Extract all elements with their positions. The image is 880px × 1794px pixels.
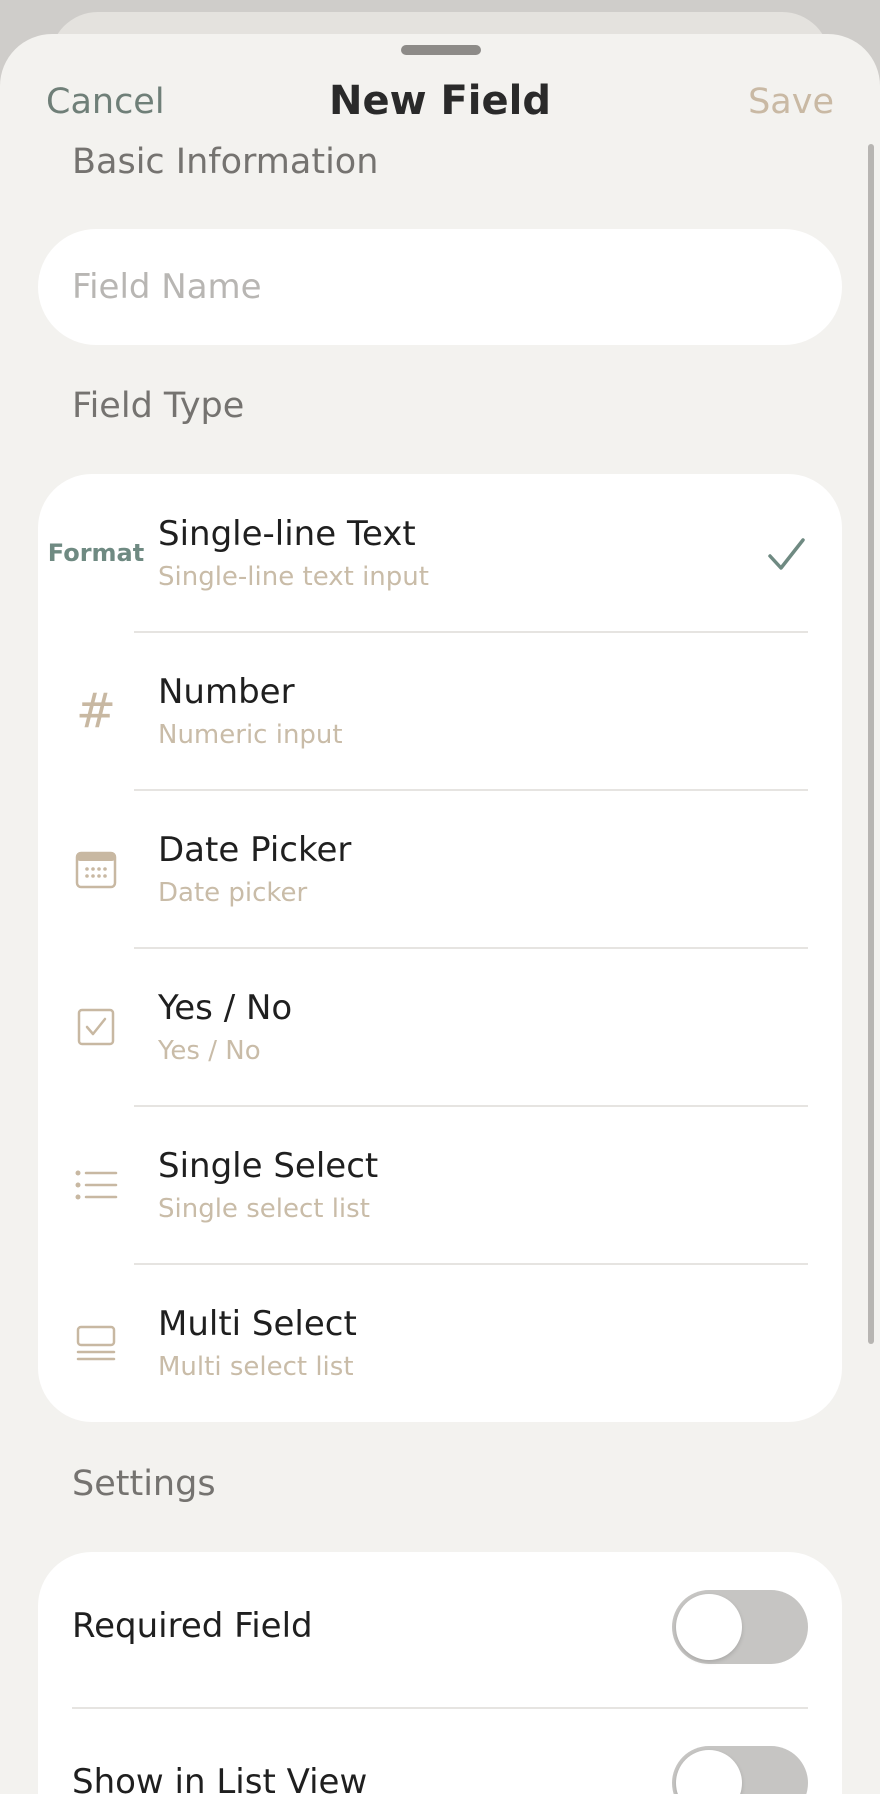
list-icon — [56, 1146, 136, 1224]
toggle-knob — [676, 1594, 742, 1660]
field-type-list: Format Single-line Text Single-line text… — [38, 474, 842, 1422]
setting-row-show-in-list-view: Show in List View — [38, 1708, 842, 1794]
field-type-option-multi-select[interactable]: Multi Select Multi select list — [38, 1264, 842, 1422]
checkbox-icon — [56, 988, 136, 1066]
field-type-option-yes-no[interactable]: Yes / No Yes / No — [38, 948, 842, 1106]
calendar-icon — [56, 830, 136, 908]
option-subtitle: Numeric input — [158, 720, 343, 750]
option-title: Number — [158, 672, 295, 712]
option-subtitle: Yes / No — [158, 1036, 261, 1066]
setting-row-required-field: Required Field — [38, 1552, 842, 1702]
option-subtitle: Single select list — [158, 1194, 370, 1224]
section-label-field-type: Field Type — [72, 386, 245, 426]
option-title: Single-line Text — [158, 514, 416, 554]
toggle-knob — [676, 1750, 742, 1794]
option-title: Multi Select — [158, 1304, 357, 1344]
field-type-option-number[interactable]: # Number Numeric input — [38, 632, 842, 790]
option-title: Single Select — [158, 1146, 379, 1186]
field-type-option-date-picker[interactable]: Date Picker Date picker — [38, 790, 842, 948]
required-field-toggle[interactable] — [672, 1590, 808, 1664]
scrollbar[interactable] — [868, 144, 874, 1344]
checkmark-icon — [768, 538, 805, 570]
option-subtitle: Multi select list — [158, 1352, 354, 1382]
setting-label: Show in List View — [72, 1762, 368, 1794]
option-subtitle: Single-line text input — [158, 562, 429, 592]
field-type-option-single-line-text[interactable]: Format Single-line Text Single-line text… — [38, 474, 842, 632]
setting-label: Required Field — [72, 1606, 313, 1646]
section-label-settings: Settings — [72, 1464, 216, 1504]
field-type-option-single-select[interactable]: Single Select Single select list — [38, 1106, 842, 1264]
format-text-icon: Format — [47, 539, 145, 567]
nav-bar: Cancel New Field Save — [0, 52, 880, 138]
settings-list: Required Field Show in List View — [38, 1552, 842, 1794]
option-subtitle: Date picker — [158, 878, 308, 908]
section-label-basic-information: Basic Information — [72, 142, 379, 182]
new-field-sheet: Cancel New Field Save Basic Information … — [0, 34, 880, 1794]
save-button[interactable]: Save — [748, 82, 834, 122]
show-in-list-view-toggle[interactable] — [672, 1746, 808, 1794]
multi-list-icon — [56, 1304, 136, 1382]
hash-icon: # — [75, 683, 117, 739]
field-name-input[interactable] — [38, 229, 842, 345]
option-title: Date Picker — [158, 830, 352, 870]
option-title: Yes / No — [158, 988, 293, 1028]
